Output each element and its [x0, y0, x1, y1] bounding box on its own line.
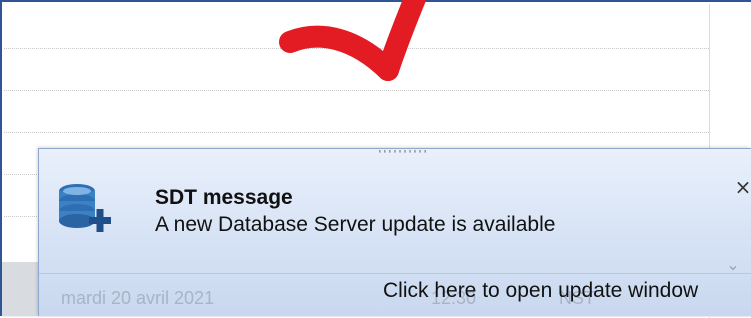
- close-icon[interactable]: ×: [733, 175, 751, 199]
- drag-handle[interactable]: '''''''''': [367, 150, 437, 160]
- grid-row-line: [4, 132, 709, 133]
- database-add-icon: [59, 184, 111, 232]
- status-bar-left-segment: [2, 262, 38, 316]
- red-annotation-arrow: [279, 0, 427, 81]
- chevron-down-icon[interactable]: ⌄: [721, 255, 745, 275]
- open-update-window-link[interactable]: Click here to open update window: [383, 279, 698, 303]
- divider: [39, 273, 751, 274]
- update-notification-popup[interactable]: '''''''''' SDT message A new Database Se…: [38, 148, 751, 316]
- notification-date: mardi 20 avril 2021: [61, 288, 215, 308]
- notification-title: SDT message: [155, 186, 293, 209]
- notification-message: A new Database Server update is availabl…: [155, 213, 556, 236]
